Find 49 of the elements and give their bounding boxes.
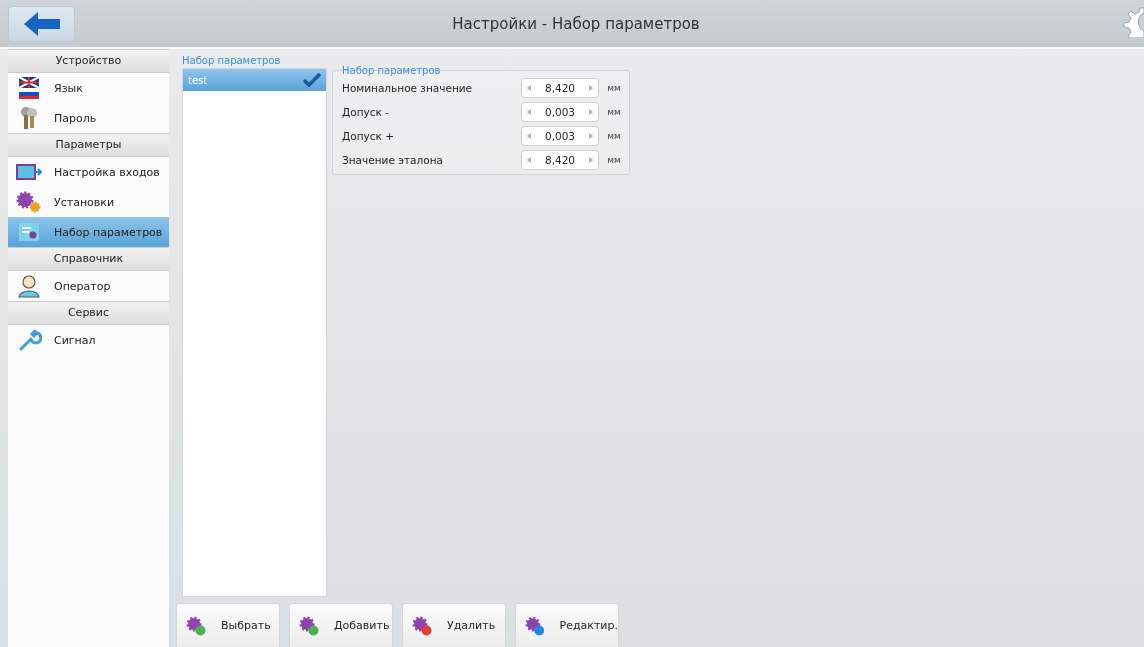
input-screen-icon xyxy=(16,162,42,182)
add-button[interactable]: Добавить xyxy=(289,603,393,647)
decrease-icon[interactable] xyxy=(527,85,531,91)
unit-label: мм xyxy=(606,83,622,93)
parameter-label: Допуск + xyxy=(342,130,395,142)
parameter-label: Значение эталона xyxy=(342,154,444,166)
window-title: Настройки - Набор параметров xyxy=(451,14,701,33)
section-header: Устройство xyxy=(8,49,169,73)
parameter-label: Номинальное значение xyxy=(342,82,474,94)
document-gear-icon xyxy=(16,221,42,243)
unit-label: мм xyxy=(606,155,622,165)
delete-button[interactable]: Удалить xyxy=(402,603,506,647)
select-button[interactable]: Выбрать xyxy=(176,603,280,647)
gear-badge-icon xyxy=(185,614,207,637)
parameter-label: Допуск - xyxy=(342,106,390,118)
number-spinner[interactable]: 0,003 xyxy=(521,126,599,146)
sidebar-item[interactable]: Пароль xyxy=(8,103,169,133)
sidebar-item[interactable]: Набор параметров xyxy=(8,217,169,247)
sidebar-item[interactable]: Установки xyxy=(8,187,169,217)
gear-badge-icon xyxy=(524,614,546,637)
number-spinner[interactable]: 0,003 xyxy=(521,102,599,122)
gears-icon xyxy=(16,191,42,213)
flag-icon xyxy=(16,76,42,100)
sidebar-item[interactable]: Язык xyxy=(8,73,169,103)
section-header: Параметры xyxy=(8,133,169,157)
sidebar-item[interactable]: Настройка входов xyxy=(8,157,169,187)
group-title: Набор параметров xyxy=(342,66,442,76)
unit-label: мм xyxy=(606,131,622,141)
section-title: Набор параметров xyxy=(182,54,282,68)
back-button[interactable] xyxy=(8,5,75,42)
settings-icon[interactable] xyxy=(1122,4,1144,38)
edit-button[interactable]: Редактир. xyxy=(515,603,619,647)
person-icon xyxy=(16,274,42,298)
increase-icon[interactable] xyxy=(589,133,593,139)
gear-badge-icon xyxy=(411,614,433,637)
section-header: Сервис xyxy=(8,301,169,325)
gear-badge-icon xyxy=(298,614,320,637)
increase-icon[interactable] xyxy=(589,85,593,91)
sidebar-item[interactable]: Сигнал xyxy=(8,325,169,355)
number-spinner[interactable]: 8,420 xyxy=(521,78,599,98)
section-header: Справочник xyxy=(8,247,169,271)
number-spinner[interactable]: 8,420 xyxy=(521,150,599,170)
decrease-icon[interactable] xyxy=(527,133,531,139)
decrease-icon[interactable] xyxy=(527,109,531,115)
unit-label: мм xyxy=(606,107,622,117)
sidebar-item[interactable]: Оператор xyxy=(8,271,169,301)
decrease-icon[interactable] xyxy=(527,157,531,163)
increase-icon[interactable] xyxy=(589,157,593,163)
increase-icon[interactable] xyxy=(589,109,593,115)
